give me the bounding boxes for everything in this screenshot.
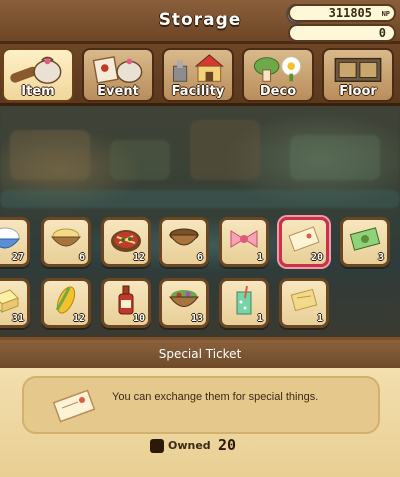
item-count: 6 bbox=[78, 252, 85, 263]
tab-item[interactable]: Item bbox=[2, 48, 74, 102]
item-slot-banknote[interactable]: 3 bbox=[340, 217, 390, 267]
item-slot-pizza[interactable]: 12 bbox=[101, 217, 151, 267]
np-value: 311805 bbox=[328, 6, 372, 20]
butter-icon bbox=[0, 289, 19, 314]
owned-label: Owned bbox=[168, 439, 211, 452]
tab-event-label: Event bbox=[97, 84, 139, 99]
detail-title: Special Ticket bbox=[0, 340, 400, 368]
top-bar: Storage 311805 NP 0 bbox=[0, 0, 400, 44]
item-slot-soda-glass[interactable]: 1 bbox=[219, 278, 269, 328]
item-slot-special-ticket[interactable]: 20 bbox=[279, 217, 329, 267]
tab-item-label: Item bbox=[21, 84, 55, 99]
floor-icon bbox=[334, 57, 382, 82]
item-detail-panel: Special Ticket You can exchange them for… bbox=[0, 337, 400, 477]
special-ticket-icon bbox=[288, 226, 320, 252]
sack-icon bbox=[10, 56, 62, 84]
gem-balance: 0 bbox=[288, 24, 396, 42]
item-count: 31 bbox=[11, 313, 24, 324]
corn-icon bbox=[55, 286, 76, 314]
salad-bowl-icon bbox=[169, 290, 199, 307]
item-count: 1 bbox=[316, 313, 323, 324]
tab-facility-label: Facility bbox=[171, 84, 225, 99]
owned-row: Owned 20 bbox=[150, 436, 260, 456]
item-count: 10 bbox=[132, 313, 145, 324]
item-count: 1 bbox=[256, 313, 263, 324]
item-slot-sand-bowl[interactable]: 6 bbox=[41, 217, 91, 267]
wooden-bowl-icon bbox=[169, 228, 199, 246]
special-ticket-icon bbox=[52, 389, 96, 423]
storage-icon bbox=[150, 439, 164, 453]
owned-count: 20 bbox=[218, 436, 237, 454]
item-count: 1 bbox=[256, 252, 263, 263]
tab-floor-label: Floor bbox=[339, 84, 377, 99]
tab-deco-label: Deco bbox=[259, 84, 297, 99]
category-tabs: Item Event Facility Deco Floor bbox=[0, 44, 400, 106]
item-slot-salad-bowl[interactable]: 13 bbox=[159, 278, 209, 328]
item-slot-corn[interactable]: 12 bbox=[41, 278, 91, 328]
grain-bowl-icon bbox=[50, 228, 82, 247]
tab-floor[interactable]: Floor bbox=[322, 48, 394, 102]
np-balance: 311805 NP bbox=[288, 4, 396, 22]
item-count: 3 bbox=[377, 252, 384, 263]
tab-event[interactable]: Event bbox=[82, 48, 154, 102]
mushroom-icon bbox=[253, 56, 302, 82]
item-description: You can exchange them for special things… bbox=[112, 391, 319, 403]
item-slot-empty-bowl[interactable]: 6 bbox=[159, 217, 209, 267]
rice-bowl-icon bbox=[0, 227, 21, 249]
tab-facility[interactable]: Facility bbox=[162, 48, 234, 102]
item-slot-butter[interactable]: 31 bbox=[0, 278, 30, 328]
np-unit: NP bbox=[381, 10, 390, 18]
item-slot-bowl-rice[interactable]: 27 bbox=[0, 217, 30, 267]
ticket-icon bbox=[290, 288, 318, 312]
gem-value: 0 bbox=[378, 26, 386, 40]
description-box: You can exchange them for special things… bbox=[22, 376, 380, 434]
item-slot-ribbon[interactable]: 1 bbox=[219, 217, 269, 267]
ribbon-icon bbox=[230, 230, 258, 248]
soda-glass-icon bbox=[236, 285, 252, 315]
item-count: 12 bbox=[132, 252, 145, 263]
pizza-icon bbox=[111, 230, 141, 252]
tab-deco[interactable]: Deco bbox=[242, 48, 314, 102]
item-count: 6 bbox=[196, 252, 203, 263]
item-count: 13 bbox=[190, 313, 203, 324]
banknote-icon bbox=[349, 227, 381, 251]
item-slot-ticket[interactable]: 1 bbox=[279, 278, 329, 328]
house-icon bbox=[172, 54, 224, 82]
sauce-bottle-icon bbox=[118, 285, 134, 315]
item-count: 20 bbox=[310, 252, 323, 263]
item-slot-sauce-bottle[interactable]: 10 bbox=[101, 278, 151, 328]
item-count: 27 bbox=[11, 252, 24, 263]
item-count: 12 bbox=[72, 313, 85, 324]
scroll-icon bbox=[92, 56, 143, 84]
